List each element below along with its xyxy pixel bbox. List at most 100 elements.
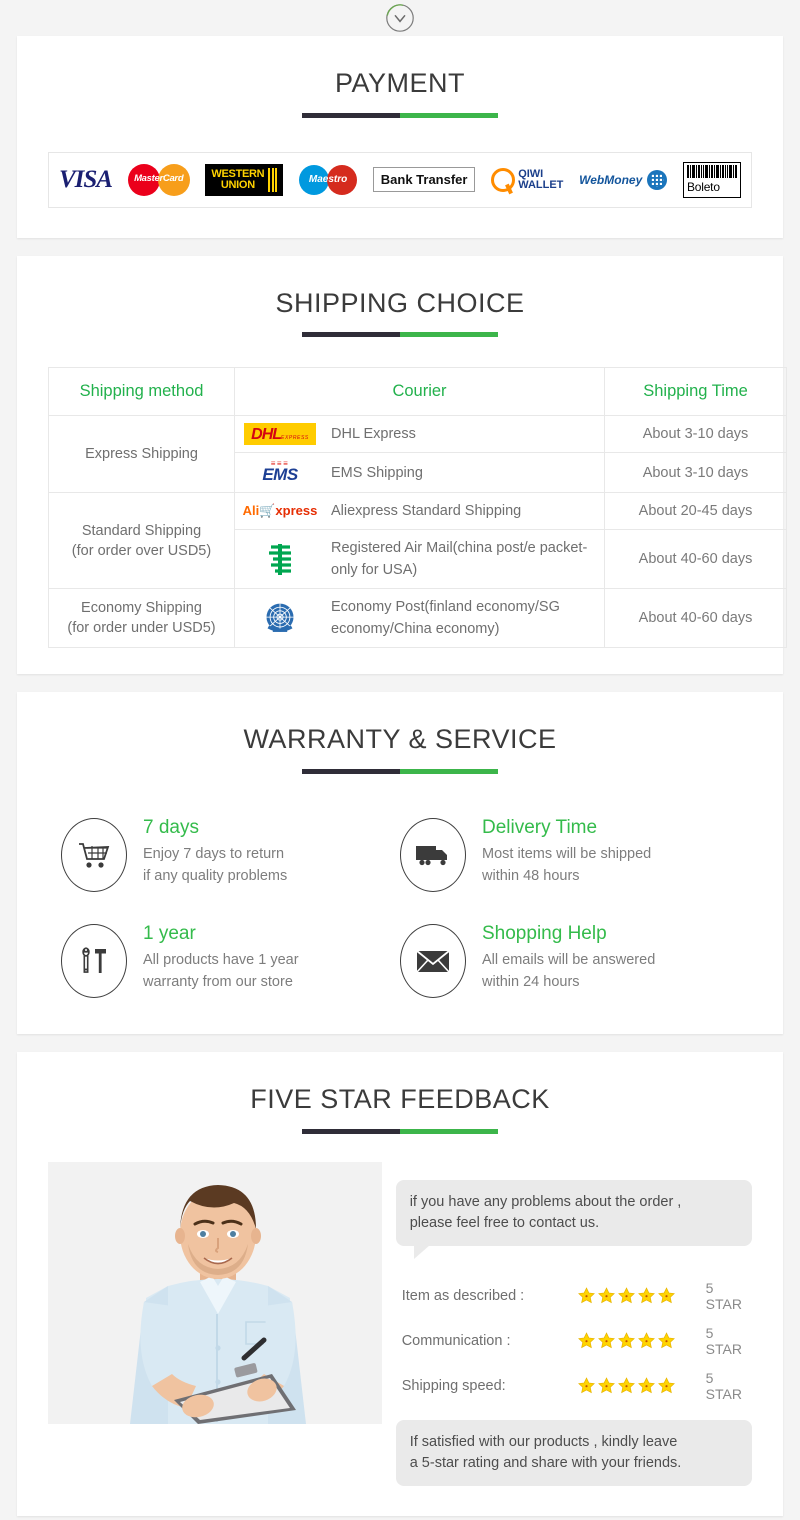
bank-transfer-logo-text: Bank Transfer [372,167,476,193]
method-standard-label: Standard Shipping [81,522,202,539]
warranty-service-card: WARRANTY & SERVICE 7 days Enjoy 7 days t… [17,692,783,1035]
courier-aliexpress-cell: Ali🛒xpress Aliexpress Standard Shipping [234,492,605,531]
payment-card: PAYMENT VISA MasterCard WESTERN UNION Ma… [17,36,783,238]
rating-row-shipping-speed: Shipping speed: 5 STAR [402,1370,752,1402]
maestro-logo-icon: Maestro [299,164,358,195]
header-shipping-time: Shipping Time [604,367,787,417]
courier-ems-label: EMS Shipping [331,464,423,481]
feedback-right-column: if you have any problems about the order… [395,1162,752,1486]
star-icon [657,1332,675,1349]
time-un-post: About 40-60 days [604,588,787,649]
rating-value: 5 STAR [705,1279,742,1312]
delivery-truck-icon [400,818,466,893]
warranty-heading: 1 year [143,923,196,945]
aliexpress-logo-icon: Ali🛒xpress [242,503,318,519]
ems-logo-icon: ≡≡≡ EMS [262,459,298,485]
warranty-line2: within 48 hours [482,868,580,885]
star-rating-icons [577,1332,692,1349]
leave-rating-bubble: If satisfied with our products , kindly … [395,1419,752,1486]
payment-western-union: WESTERN UNION [205,160,284,200]
chevron-down-circle-icon[interactable] [385,3,415,33]
warranty-title-rule [302,769,498,775]
bubble-bottom-line2: a 5-star rating and share with your frie… [409,1454,682,1471]
bubble-top-line1: if you have any problems about the order… [409,1193,682,1210]
rating-label: Shipping speed: [401,1377,506,1394]
payment-mastercard: MasterCard [127,160,190,200]
wu-line2: UNION [220,178,255,191]
table-row: Economy Shipping (for order under USD5) [48,588,787,649]
rating-label: Communication : [401,1332,511,1349]
method-economy-note: (for order under USD5) [67,620,216,637]
mastercard-logo-text: MasterCard [134,172,184,184]
warranty-line1: All products have 1 year [143,952,299,969]
payment-bank-transfer: Bank Transfer [372,160,476,200]
boleto-logo-icon: Boleto [682,161,741,198]
star-icon [617,1287,635,1304]
warranty-items-grid: 7 days Enjoy 7 days to return if any qua… [61,817,739,999]
rating-row-communication: Communication : 5 STAR [402,1325,752,1357]
table-row: Express Shipping DHLEXPRESS DHL Express … [48,415,787,494]
star-icon [617,1377,635,1394]
payment-title-rule [302,112,498,118]
table-header-row: Shipping method Courier Shipping Time [48,367,787,417]
ratings-list: Item as described : 5 STAR Communication… [402,1280,752,1402]
dhl-logo-icon: DHLEXPRESS [241,423,319,446]
header-shipping-method: Shipping method [48,367,235,417]
method-economy-label: Economy Shipping [81,600,202,617]
warranty-line1: Enjoy 7 days to return [143,846,285,863]
scroll-down-badge[interactable] [0,0,800,36]
star-icon [597,1332,615,1349]
contact-us-bubble: if you have any problems about the order… [395,1179,752,1259]
shipping-title: SHIPPING CHOICE [275,287,525,318]
star-icon [577,1287,595,1304]
un-post-logo-icon [241,600,319,636]
payment-qiwi-wallet: QIWI WALLET [491,160,563,200]
visa-logo-text: VISA [59,165,113,193]
warranty-heading: Delivery Time [482,817,598,839]
payment-maestro: Maestro [299,160,358,200]
warranty-line2: if any quality problems [143,868,288,885]
star-icon [637,1377,655,1394]
courier-ems-cell: ≡≡≡ EMS EMS Shipping [234,452,605,494]
shopping-cart-icon [61,818,127,893]
bubble-bottom-line1: If satisfied with our products , kindly … [409,1433,678,1450]
courier-aliexpress-label: Aliexpress Standard Shipping [331,503,522,520]
time-ems: About 3-10 days [604,452,787,494]
method-economy: Economy Shipping (for order under USD5) [48,588,235,649]
webmoney-logo-icon: WebMoney [579,169,668,190]
rating-value: 5 STAR [705,1369,742,1402]
star-icon [577,1377,595,1394]
western-union-logo-icon: WESTERN UNION [205,163,284,196]
envelope-icon [400,924,466,999]
courier-china-post-cell: Registered Air Mail(china post/e packet-… [234,529,605,590]
shipping-title-rule [302,332,498,338]
warranty-item-7-days: 7 days Enjoy 7 days to return if any qua… [61,817,400,893]
warranty-heading: 7 days [143,817,199,839]
warranty-item-delivery-time: Delivery Time Most items will be shipped… [400,817,739,893]
payment-title: PAYMENT [334,68,465,98]
star-icon [577,1332,595,1349]
method-standard-note: (for order over USD5) [71,542,212,559]
wu-bars-icon [268,167,278,192]
star-rating-icons [577,1377,692,1394]
payment-webmoney: WebMoney [579,160,668,200]
star-icon [597,1377,615,1394]
time-aliexpress: About 20-45 days [604,492,787,531]
shipping-choice-card: SHIPPING CHOICE Shipping method Courier … [17,255,787,675]
header-courier: Courier [234,367,605,417]
table-row: Standard Shipping (for order over USD5) … [48,492,787,590]
rating-value: 5 STAR [705,1324,742,1357]
time-dhl: About 3-10 days [604,415,787,454]
payment-methods-bar: VISA MasterCard WESTERN UNION Maestro Ba… [48,151,752,208]
shipping-table: Shipping method Courier Shipping Time Ex… [48,367,787,649]
warranty-line2: warranty from our store [143,974,293,991]
time-china-post: About 40-60 days [604,529,787,590]
feedback-title-rule [302,1128,498,1134]
bubble-top-line2: please feel free to contact us. [409,1214,600,1231]
star-icon [617,1332,635,1349]
method-standard: Standard Shipping (for order over USD5) [48,492,235,590]
qiwi-line2: WALLET [518,178,564,191]
star-icon [597,1287,615,1304]
warranty-line1: All emails will be answered [482,952,656,969]
rating-row-item-as-described: Item as described : 5 STAR [402,1280,752,1312]
